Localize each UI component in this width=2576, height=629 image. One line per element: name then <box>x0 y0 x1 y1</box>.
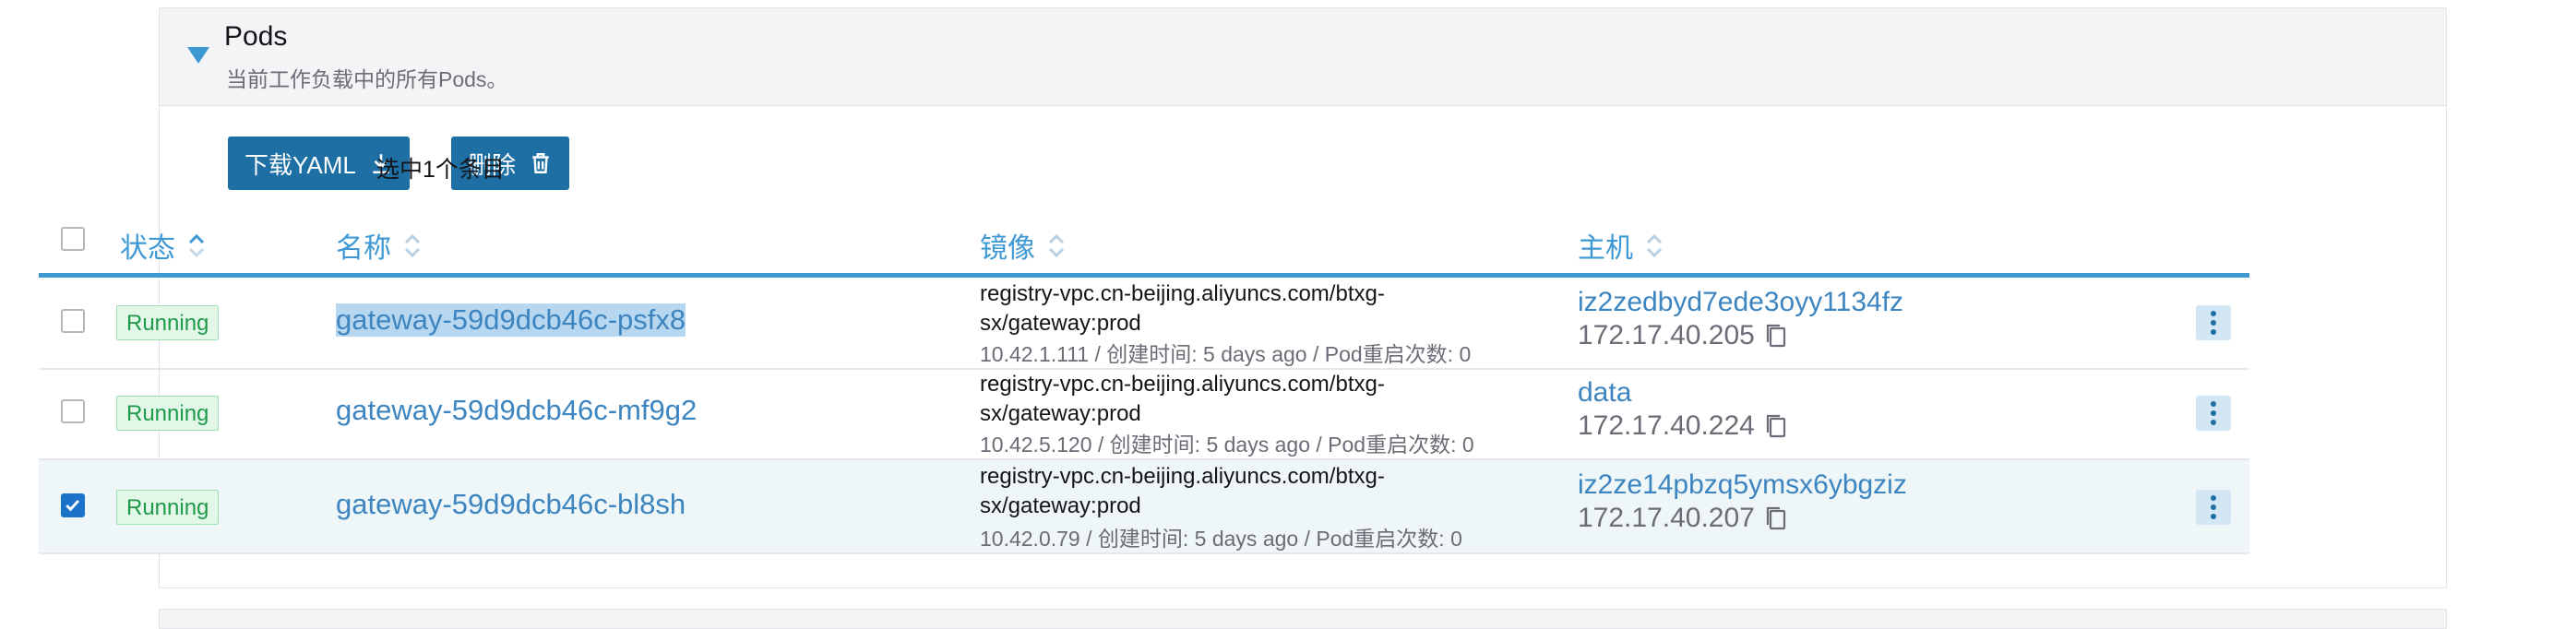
host-ip: 172.17.40.207 <box>1578 503 1788 534</box>
image-line: registry-vpc.cn-beijing.aliyuncs.com/btx… <box>980 372 1385 397</box>
pod-meta: 10.42.1.111 / 创建时间: 5 days ago / Pod重启次数… <box>980 342 1472 366</box>
column-header-state[interactable]: 状态 <box>120 225 207 266</box>
table-row-selected: Running gateway-59d9dcb46c-bl8sh registr… <box>39 460 2249 554</box>
image-text: registry-vpc.cn-beijing.aliyuncs.com/btx… <box>980 279 1385 338</box>
host-ip-value: 172.17.40.224 <box>1578 410 1755 441</box>
row-checkbox[interactable] <box>61 309 85 333</box>
kebab-menu-icon <box>2211 495 2216 501</box>
selected-count: 选中1个条目 <box>376 157 505 183</box>
row-checkbox-checked[interactable] <box>61 493 85 517</box>
table-row: Running gateway-59d9dcb46c-mf9g2 registr… <box>39 368 2249 460</box>
image-line: registry-vpc.cn-beijing.aliyuncs.com/btx… <box>980 281 1385 306</box>
host-link[interactable]: iz2zedbyd7ede3oyy1134fz <box>1578 287 1903 318</box>
column-header-node[interactable]: 主机 <box>1578 225 1664 266</box>
column-header-image-label: 镜像 <box>980 233 1035 264</box>
kebab-dot <box>2211 410 2216 416</box>
table-row: Running gateway-59d9dcb46c-psfx8 registr… <box>39 278 2249 370</box>
panel-subtitle: 当前工作负载中的所有Pods。 <box>226 67 508 91</box>
sort-icon <box>1048 233 1065 258</box>
kebab-dot <box>2211 329 2216 335</box>
pod-name-link[interactable]: gateway-59d9dcb46c-bl8sh <box>336 488 686 521</box>
sort-icon <box>404 233 421 258</box>
kebab-dot <box>2211 420 2216 425</box>
image-line: sx/gateway:prod <box>980 311 1141 336</box>
next-panel-edge <box>159 609 2447 629</box>
image-line: sx/gateway:prod <box>980 401 1141 426</box>
status-badge: Running <box>116 305 220 340</box>
download-yaml-label: 下载YAML <box>244 150 356 179</box>
sort-icon <box>188 233 205 258</box>
column-header-node-label: 主机 <box>1578 233 1633 264</box>
image-text: registry-vpc.cn-beijing.aliyuncs.com/btx… <box>980 462 1385 521</box>
column-header-name-label: 名称 <box>336 233 391 264</box>
pods-panel-header[interactable]: Pods 当前工作负载中的所有Pods。 <box>160 8 2446 106</box>
kebab-menu-icon <box>2211 311 2216 316</box>
column-header-name[interactable]: 名称 <box>336 225 423 266</box>
pod-name-link[interactable]: gateway-59d9dcb46c-psfx8 <box>336 303 686 337</box>
trash-icon <box>532 153 549 173</box>
image-text: registry-vpc.cn-beijing.aliyuncs.com/btx… <box>980 370 1385 429</box>
panel-title: Pods <box>224 21 288 52</box>
host-ip: 172.17.40.224 <box>1578 410 1788 442</box>
copy-icon[interactable] <box>1764 504 1788 532</box>
host-ip-value: 172.17.40.205 <box>1578 320 1755 350</box>
select-all-checkbox[interactable] <box>61 227 85 251</box>
host-link[interactable]: data <box>1578 377 1631 409</box>
image-line: registry-vpc.cn-beijing.aliyuncs.com/btx… <box>980 464 1385 489</box>
host-ip-value: 172.17.40.207 <box>1578 503 1755 533</box>
status-badge: Running <box>116 396 220 431</box>
host-ip: 172.17.40.205 <box>1578 320 1788 351</box>
host-link[interactable]: iz2ze14pbzq5ymsx6ybgziz <box>1578 469 1907 501</box>
kebab-dot <box>2211 514 2216 519</box>
column-header-image[interactable]: 镜像 <box>980 225 1067 266</box>
sort-icon <box>1646 233 1663 258</box>
copy-icon[interactable] <box>1764 412 1788 440</box>
table-header: 状态 名称 镜像 主机 <box>39 221 2249 277</box>
kebab-menu-icon <box>2211 401 2216 407</box>
pod-meta: 10.42.0.79 / 创建时间: 5 days ago / Pod重启次数:… <box>980 527 1462 551</box>
row-actions-button[interactable] <box>2196 490 2231 525</box>
pod-meta: 10.42.5.120 / 创建时间: 5 days ago / Pod重启次数… <box>980 433 1474 457</box>
pod-name-link[interactable]: gateway-59d9dcb46c-mf9g2 <box>336 394 697 427</box>
column-header-state-label: 状态 <box>120 233 175 264</box>
kebab-dot <box>2211 504 2216 510</box>
row-actions-button[interactable] <box>2196 305 2231 340</box>
row-checkbox[interactable] <box>61 399 85 423</box>
status-badge: Running <box>116 490 220 525</box>
kebab-dot <box>2211 320 2216 326</box>
copy-icon[interactable] <box>1764 322 1788 350</box>
caret-down-icon[interactable] <box>187 47 209 64</box>
row-actions-button[interactable] <box>2196 396 2231 431</box>
image-line: sx/gateway:prod <box>980 493 1141 518</box>
checkmark-icon <box>66 499 79 512</box>
